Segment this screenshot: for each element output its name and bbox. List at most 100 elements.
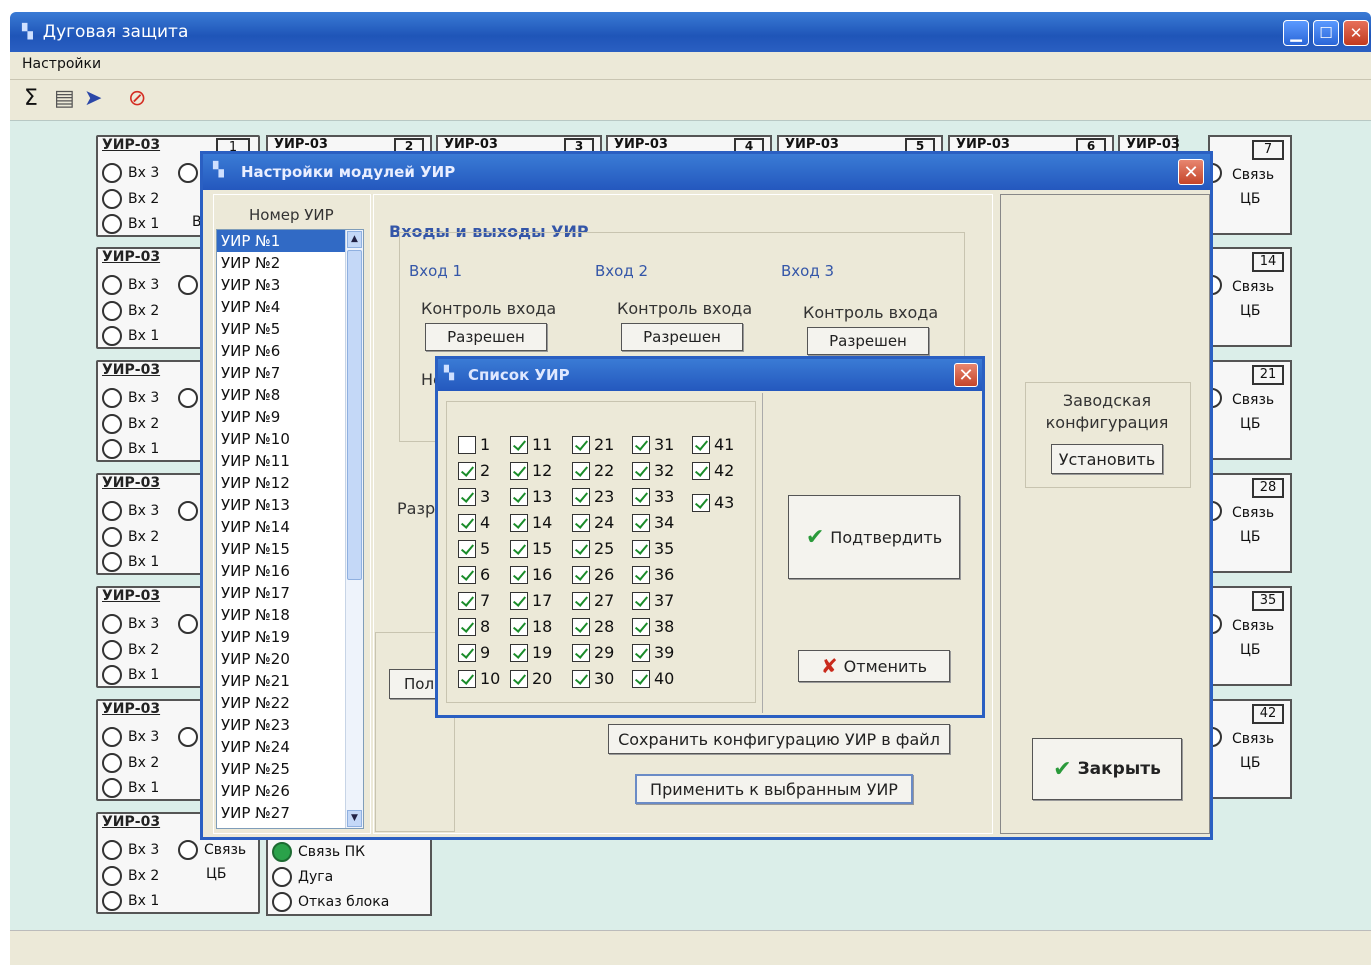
checkbox-box[interactable] bbox=[572, 643, 590, 662]
uir-checkbox[interactable]: 24 bbox=[572, 513, 614, 532]
list-item[interactable]: УИР №10 bbox=[217, 428, 363, 450]
uir-list-close-icon[interactable]: ✕ bbox=[954, 363, 978, 387]
checkbox-box[interactable] bbox=[572, 591, 590, 610]
list-item[interactable]: УИР №9 bbox=[217, 406, 363, 428]
list-item[interactable]: УИР №21 bbox=[217, 670, 363, 692]
checkbox-box[interactable] bbox=[458, 669, 476, 688]
input1-allowed-button[interactable]: Разрешен bbox=[425, 323, 547, 351]
uir-checkbox[interactable]: 13 bbox=[510, 487, 552, 506]
uir-checkbox[interactable]: 16 bbox=[510, 565, 552, 584]
input2-allowed-button[interactable]: Разрешен bbox=[621, 323, 743, 351]
uir-checkbox[interactable]: 3 bbox=[458, 487, 490, 506]
play-icon[interactable]: ➤ bbox=[84, 86, 102, 112]
uir-checkbox[interactable]: 30 bbox=[572, 669, 614, 688]
uir-checkbox[interactable]: 38 bbox=[632, 617, 674, 636]
uir-checkbox[interactable]: 17 bbox=[510, 591, 552, 610]
checkbox-box[interactable] bbox=[572, 617, 590, 636]
sum-icon[interactable]: Σ bbox=[24, 86, 38, 112]
uir-checkbox[interactable]: 29 bbox=[572, 643, 614, 662]
confirm-button[interactable]: ✔ Подтвердить bbox=[788, 495, 960, 579]
list-item[interactable]: УИР №15 bbox=[217, 538, 363, 560]
list-item[interactable]: УИР №22 bbox=[217, 692, 363, 714]
apply-selected-button[interactable]: Применить к выбранным УИР bbox=[635, 774, 913, 804]
uir-checkbox[interactable]: 5 bbox=[458, 539, 490, 558]
uir-checkbox[interactable]: 14 bbox=[510, 513, 552, 532]
print-icon[interactable]: ▤ bbox=[54, 86, 75, 112]
uir-checkbox[interactable]: 2 bbox=[458, 461, 490, 480]
checkbox-box[interactable] bbox=[458, 513, 476, 532]
uir-checkbox[interactable]: 8 bbox=[458, 617, 490, 636]
checkbox-box[interactable] bbox=[632, 591, 650, 610]
checkbox-box[interactable] bbox=[458, 539, 476, 558]
uir-listbox[interactable]: УИР №1 УИР №2 УИР №3 УИР №4 УИР №5 УИР №6 УИР … bbox=[216, 229, 364, 829]
checkbox-box[interactable] bbox=[458, 487, 476, 506]
list-item[interactable]: УИР №27 bbox=[217, 802, 363, 824]
uir-checkbox[interactable]: 37 bbox=[632, 591, 674, 610]
checkbox-box[interactable] bbox=[510, 513, 528, 532]
checkbox-box[interactable] bbox=[572, 565, 590, 584]
minimize-button[interactable]: ▁ bbox=[1283, 20, 1309, 46]
checkbox-box[interactable] bbox=[510, 461, 528, 480]
checkbox-box[interactable] bbox=[632, 513, 650, 532]
list-item[interactable]: УИР №17 bbox=[217, 582, 363, 604]
checkbox-box[interactable] bbox=[632, 669, 650, 688]
uir-checkbox[interactable]: 43 bbox=[692, 493, 734, 512]
checkbox-box[interactable] bbox=[510, 617, 528, 636]
uir-checkbox[interactable]: 41 bbox=[692, 435, 734, 454]
settings-close-icon[interactable]: ✕ bbox=[1178, 159, 1204, 185]
uir-checkbox[interactable]: 11 bbox=[510, 435, 552, 454]
list-item[interactable]: УИР №14 bbox=[217, 516, 363, 538]
scroll-thumb[interactable] bbox=[347, 250, 362, 580]
uir-checkbox[interactable]: 28 bbox=[572, 617, 614, 636]
list-item[interactable]: УИР №25 bbox=[217, 758, 363, 780]
uir-checkbox[interactable]: 6 bbox=[458, 565, 490, 584]
list-scrollbar[interactable]: ▲ ▼ bbox=[345, 230, 363, 828]
checkbox-box[interactable] bbox=[458, 617, 476, 636]
close-button[interactable]: ✔ Закрыть bbox=[1032, 738, 1182, 800]
uir-checkbox[interactable]: 23 bbox=[572, 487, 614, 506]
uir-checkbox[interactable]: 20 bbox=[510, 669, 552, 688]
uir-checkbox[interactable]: 31 bbox=[632, 435, 674, 454]
uir-checkbox[interactable]: 25 bbox=[572, 539, 614, 558]
checkbox-box[interactable] bbox=[458, 461, 476, 480]
checkbox-box[interactable] bbox=[510, 539, 528, 558]
list-item[interactable]: УИР №24 bbox=[217, 736, 363, 758]
uir-checkbox[interactable]: 26 bbox=[572, 565, 614, 584]
uir-checkbox[interactable]: 4 bbox=[458, 513, 490, 532]
checkbox-box[interactable] bbox=[632, 617, 650, 636]
uir-checkbox[interactable]: 18 bbox=[510, 617, 552, 636]
list-item[interactable]: УИР №13 bbox=[217, 494, 363, 516]
uir-checkbox[interactable]: 9 bbox=[458, 643, 490, 662]
checkbox-box[interactable] bbox=[510, 435, 528, 454]
checkbox-box[interactable] bbox=[458, 643, 476, 662]
list-item[interactable]: УИР №3 bbox=[217, 274, 363, 296]
uir-checkbox[interactable]: 21 bbox=[572, 435, 614, 454]
close-window-button[interactable]: ✕ bbox=[1343, 20, 1369, 46]
uir-checkbox[interactable]: 19 bbox=[510, 643, 552, 662]
checkbox-box[interactable] bbox=[692, 461, 710, 480]
list-item[interactable]: УИР №12 bbox=[217, 472, 363, 494]
checkbox-box[interactable] bbox=[632, 435, 650, 454]
list-item[interactable]: УИР №23 bbox=[217, 714, 363, 736]
uir-checkbox[interactable]: 33 bbox=[632, 487, 674, 506]
checkbox-box[interactable] bbox=[692, 493, 710, 512]
uir-checkbox[interactable]: 32 bbox=[632, 461, 674, 480]
checkbox-box[interactable] bbox=[572, 669, 590, 688]
checkbox-box[interactable] bbox=[572, 487, 590, 506]
list-item[interactable]: УИР №7 bbox=[217, 362, 363, 384]
input3-allowed-button[interactable]: Разрешен bbox=[807, 327, 929, 355]
scroll-down-icon[interactable]: ▼ bbox=[347, 810, 362, 827]
list-item[interactable]: УИР №6 bbox=[217, 340, 363, 362]
list-item[interactable]: УИР №18 bbox=[217, 604, 363, 626]
uir-checkbox[interactable]: 42 bbox=[692, 461, 734, 480]
checkbox-box[interactable] bbox=[510, 643, 528, 662]
checkbox-box[interactable] bbox=[572, 435, 590, 454]
stop-icon[interactable]: ⊘ bbox=[128, 86, 146, 112]
uir-checkbox[interactable]: 27 bbox=[572, 591, 614, 610]
list-item[interactable]: УИР №8 bbox=[217, 384, 363, 406]
uir-checkbox[interactable]: 1 bbox=[458, 435, 490, 454]
install-button[interactable]: Установить bbox=[1051, 444, 1163, 474]
uir-checkbox[interactable]: 34 bbox=[632, 513, 674, 532]
uir-checkbox[interactable]: 39 bbox=[632, 643, 674, 662]
save-config-button[interactable]: Сохранить конфигурацию УИР в файл bbox=[608, 724, 950, 754]
